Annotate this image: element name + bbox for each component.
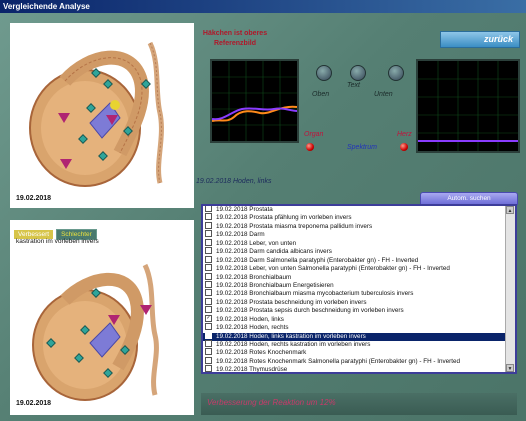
top-image-date: 19.02.2018 — [16, 195, 52, 202]
text-label: Text — [347, 82, 360, 89]
analysis-list[interactable]: 19.02.2018 Prostata 19.02.2018 Prostata p… — [201, 204, 517, 374]
reference-hint-line1: Häkchen ist oberes — [202, 30, 268, 37]
list-item-checkbox[interactable] — [205, 306, 212, 314]
result-bar: Verbesserung der Reaktion um 12% — [201, 393, 517, 415]
heart-indicator — [400, 143, 408, 151]
organ-indicator — [306, 143, 314, 151]
list-item-label: 19.02.2018 Prostata miasma treponema pal… — [216, 223, 373, 231]
list-item[interactable]: 19.02.2018 Leber, von unten — [203, 238, 506, 248]
scroll-up-icon[interactable]: ▲ — [506, 206, 514, 214]
heart-waveform — [418, 61, 518, 151]
reference-hint: Häkchen ist oberes Referenzbild — [200, 29, 270, 49]
list-scrollbar[interactable]: ▲ ▼ — [505, 206, 515, 372]
bottom-label: Unten — [374, 91, 393, 98]
list-item-checkbox[interactable] — [205, 264, 212, 272]
window-title: Vergleichende Analyse — [0, 0, 526, 13]
heart-scope — [416, 59, 520, 153]
list-item-checkbox[interactable] — [205, 340, 212, 347]
list-item[interactable]: 19.02.2018 Hoden, links kastration im vo… — [203, 331, 506, 341]
list-item-checkbox[interactable] — [205, 272, 212, 280]
bottom-image-panel[interactable]: 19.02.2018 — [10, 220, 194, 415]
list-item-checkbox[interactable] — [205, 230, 212, 238]
list-item-label: 19.02.2018 Prostata — [216, 206, 273, 214]
heart-label: Herz — [397, 131, 412, 138]
reference-hint-line2: Referenzbild — [213, 40, 256, 47]
list-item-checkbox[interactable] — [205, 238, 212, 246]
list-item[interactable]: 19.02.2018 Prostata beschneidung im vorl… — [203, 297, 506, 307]
list-item[interactable]: 19.02.2018 Leber, von unten Salmonella p… — [203, 264, 506, 273]
list-item-label: 19.02.2018 Prostata sepsis durch beschne… — [216, 307, 404, 315]
list-item-label: 19.02.2018 Thymusdrüse — [216, 366, 288, 372]
list-item-label: 19.02.2018 Bronchialbaum — [216, 273, 292, 281]
list-item-label: 19.02.2018 Hoden, rechts — [216, 324, 289, 332]
list-item-label: 19.02.2018 Darm candida albicans invers — [216, 248, 332, 256]
top-image-panel[interactable]: 19.02.2018 — [10, 23, 194, 208]
bottom-image-note: kastration im vorleben invers — [16, 238, 99, 245]
list-item[interactable]: 19.02.2018 Prostata pfählung im vorleben… — [203, 213, 506, 222]
list-item-checkbox[interactable] — [205, 356, 212, 364]
selected-item-label: 19.02.2018 Hoden, links — [196, 178, 272, 185]
back-button[interactable]: zurück — [440, 31, 520, 48]
list-item[interactable]: 19.02.2018 Darm candida albicans invers — [203, 247, 506, 256]
list-item[interactable]: 19.02.2018 Prostata — [203, 206, 506, 214]
list-item-checkbox[interactable] — [205, 221, 212, 229]
list-item-label: 19.02.2018 Darm — [216, 231, 265, 239]
list-item[interactable]: 19.02.2018 Darm Salmonella paratyphi (En… — [203, 255, 506, 265]
bottom-image-date: 19.02.2018 — [16, 400, 52, 407]
list-item-checkbox[interactable] — [205, 280, 212, 288]
list-item-label: 19.02.2018 Rotes Knochenmark — [216, 349, 307, 357]
list-item[interactable]: ✓ 19.02.2018 Hoden, links — [203, 314, 506, 324]
list-item-label: 19.02.2018 Hoden, rechts kastration im v… — [216, 341, 371, 349]
analysis-list-rows: 19.02.2018 Prostata 19.02.2018 Prostata p… — [203, 206, 506, 372]
list-item-checkbox[interactable] — [205, 365, 212, 372]
result-text: Verbesserung der Reaktion um 12% — [207, 398, 336, 407]
list-item-checkbox[interactable] — [205, 297, 212, 305]
list-item-checkbox[interactable] — [205, 255, 212, 263]
top-knob[interactable] — [316, 65, 332, 81]
list-item-label: 19.02.2018 Prostata beschneidung im vorl… — [216, 298, 367, 306]
list-item[interactable]: 19.02.2018 Rotes Knochenmark Salmonella … — [203, 356, 506, 366]
list-item-checkbox[interactable]: ✓ — [205, 314, 212, 322]
list-item-checkbox[interactable] — [205, 213, 212, 221]
list-item[interactable]: 19.02.2018 Darm — [203, 230, 506, 239]
list-item-label: 19.02.2018 Leber, von unten — [216, 239, 297, 247]
list-item-label: 19.02.2018 Bronchialbaum Energetisieren — [216, 282, 334, 290]
list-item-label: 19.02.2018 Hoden, links kastration im vo… — [216, 332, 366, 340]
list-item-checkbox[interactable] — [205, 323, 212, 331]
list-item-label: 19.02.2018 Prostata pfählung im vorleben… — [216, 214, 352, 222]
testis-illustration-bottom — [32, 263, 159, 401]
list-item[interactable]: 19.02.2018 Bronchialbaum — [203, 272, 506, 282]
spectrum-label: Spektrum — [347, 144, 377, 151]
scroll-down-icon[interactable]: ▼ — [506, 364, 514, 372]
organ-label: Organ — [304, 131, 324, 138]
testis-illustration-top — [29, 41, 164, 187]
list-item[interactable]: 19.02.2018 Prostata miasma treponema pal… — [203, 221, 506, 231]
bottom-knob[interactable] — [388, 65, 404, 81]
list-item-label: 19.02.2018 Rotes Knochenmark Salmonella … — [216, 358, 460, 366]
list-item[interactable]: 19.02.2018 Bronchialbaum Energetisieren — [203, 280, 506, 290]
list-item-checkbox[interactable] — [205, 348, 212, 356]
list-item-label: 19.02.2018 Leber, von unten Salmonella p… — [216, 265, 450, 273]
list-item[interactable]: 19.02.2018 Rotes Knochenmark — [203, 348, 506, 357]
list-item-label: 19.02.2018 Bronchialbaum miasma mycobact… — [216, 290, 414, 298]
list-item-checkbox[interactable] — [205, 331, 212, 339]
list-item[interactable]: 19.02.2018 Prostata sepsis durch beschne… — [203, 306, 506, 315]
list-item-label: 19.02.2018 Darm Salmonella paratyphi (En… — [216, 256, 419, 264]
organ-scope — [210, 59, 299, 143]
list-item-label: 19.02.2018 Hoden, links — [216, 315, 284, 323]
list-item[interactable]: 19.02.2018 Thymusdrüse — [203, 365, 506, 372]
list-item-checkbox[interactable] — [205, 247, 212, 255]
list-item[interactable]: 19.02.2018 Hoden, rechts — [203, 323, 506, 332]
main-area: 19.02.2018 19.02.2018 Verbessert Schlech… — [0, 13, 526, 421]
list-item-checkbox[interactable] — [205, 289, 212, 297]
list-item[interactable]: 19.02.2018 Bronchialbaum miasma mycobact… — [203, 289, 506, 298]
list-item[interactable]: 19.02.2018 Hoden, rechts kastration im v… — [203, 340, 506, 349]
organ-waveform — [211, 61, 298, 141]
list-item-checkbox[interactable] — [205, 206, 212, 212]
top-label: Oben — [312, 91, 330, 98]
text-knob[interactable] — [350, 65, 366, 81]
